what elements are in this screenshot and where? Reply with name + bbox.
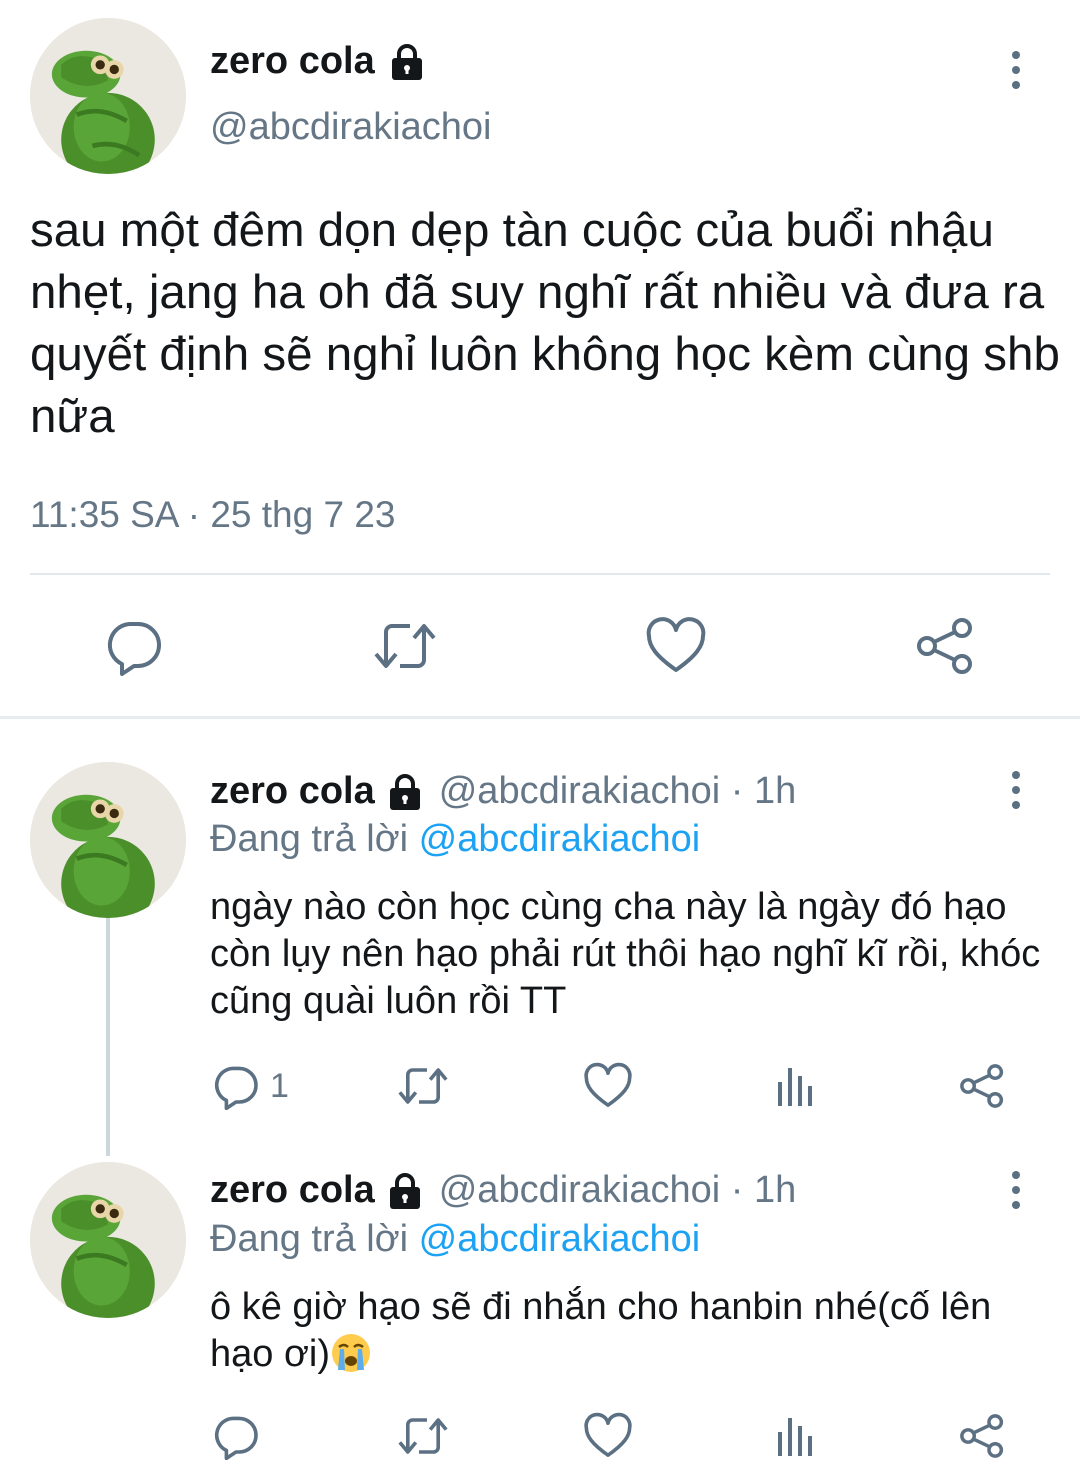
thread-connector-line (106, 918, 110, 1156)
reply-button[interactable]: 1 (212, 1062, 289, 1110)
replying-prefix: Đang trả lời (210, 1218, 409, 1260)
more-options-icon[interactable] (1006, 50, 1026, 90)
reply-icon (214, 1416, 258, 1460)
share-button[interactable] (958, 1412, 1006, 1460)
retweet-icon (374, 624, 436, 668)
analytics-icon (778, 1068, 812, 1106)
more-options-icon[interactable] (1006, 1170, 1026, 1210)
replying-to: Đang trả lời @abcdirakiachoi (210, 818, 700, 861)
author-name-row[interactable]: zero cola @abcdirakiachoi · 1h (210, 770, 796, 813)
kermit-avatar-image (30, 1162, 186, 1318)
author-name[interactable]: zero cola (210, 1169, 375, 1212)
like-icon (646, 617, 706, 672)
mention-link[interactable]: @abcdirakiachoi (419, 818, 701, 860)
share-button[interactable] (914, 616, 976, 676)
mention-link[interactable]: @abcdirakiachoi (419, 1218, 701, 1260)
tweet-text: sau một đêm dọn dẹp tàn cuộc của buổi nh… (30, 204, 1060, 443)
replying-to: Đang trả lời @abcdirakiachoi (210, 1218, 700, 1261)
tweet-text: ô kê giờ hạo sẽ đi nhắn cho hanbin nhé(c… (210, 1286, 992, 1375)
section-separator (0, 716, 1080, 719)
share-icon (917, 618, 972, 674)
reply-icon (107, 622, 161, 676)
analytics-button[interactable] (774, 1062, 818, 1110)
like-button[interactable] (646, 616, 706, 676)
divider (30, 573, 1050, 575)
like-button[interactable] (584, 1412, 632, 1460)
lock-icon (391, 43, 422, 80)
reply-button[interactable] (104, 616, 164, 676)
share-icon (960, 1414, 1004, 1458)
tweet-text-container: ô kê giờ hạo sẽ đi nhắn cho hanbin nhé(c… (210, 1284, 1050, 1378)
like-button[interactable] (584, 1062, 632, 1110)
author-handle-time[interactable]: @abcdirakiachoi · 1h (439, 770, 797, 813)
retweet-button[interactable] (396, 1412, 450, 1460)
author-name-row[interactable]: zero cola (210, 40, 427, 83)
reply-icon (214, 1066, 258, 1110)
analytics-button[interactable] (774, 1412, 818, 1460)
retweet-icon (398, 1418, 448, 1454)
share-icon (960, 1064, 1004, 1108)
lock-icon (389, 773, 420, 810)
share-button[interactable] (958, 1062, 1006, 1110)
retweet-button[interactable] (396, 1062, 450, 1110)
kermit-avatar-image (30, 18, 186, 174)
like-icon (584, 1062, 632, 1107)
author-name[interactable]: zero cola (210, 40, 375, 83)
analytics-icon (778, 1418, 812, 1456)
avatar[interactable] (30, 762, 186, 918)
retweet-button[interactable] (372, 616, 438, 676)
lock-icon (389, 1172, 420, 1209)
author-handle[interactable]: @abcdirakiachoi (210, 106, 492, 149)
avatar[interactable] (30, 1162, 186, 1318)
retweet-icon (398, 1068, 448, 1104)
author-name-row[interactable]: zero cola @abcdirakiachoi · 1h (210, 1169, 796, 1212)
kermit-avatar-image (30, 762, 186, 918)
tweet-text: ngày nào còn học cùng cha này là ngày đó… (210, 886, 1041, 1022)
author-handle-time[interactable]: @abcdirakiachoi · 1h (439, 1169, 797, 1212)
main-tweet: zero cola @abcdirakiachoi sau một đêm dọ… (0, 0, 1080, 718)
reply-count: 1 (270, 1066, 289, 1105)
more-options-icon[interactable] (1006, 770, 1026, 810)
reply-button[interactable] (212, 1412, 260, 1460)
tweet-timestamp[interactable]: 11:35 SA · 25 thg 7 23 (30, 494, 395, 536)
author-name[interactable]: zero cola (210, 770, 375, 813)
avatar[interactable] (30, 18, 186, 174)
replying-prefix: Đang trả lời (210, 818, 409, 860)
like-icon (584, 1412, 632, 1457)
loudly-crying-face-icon (331, 1334, 370, 1372)
